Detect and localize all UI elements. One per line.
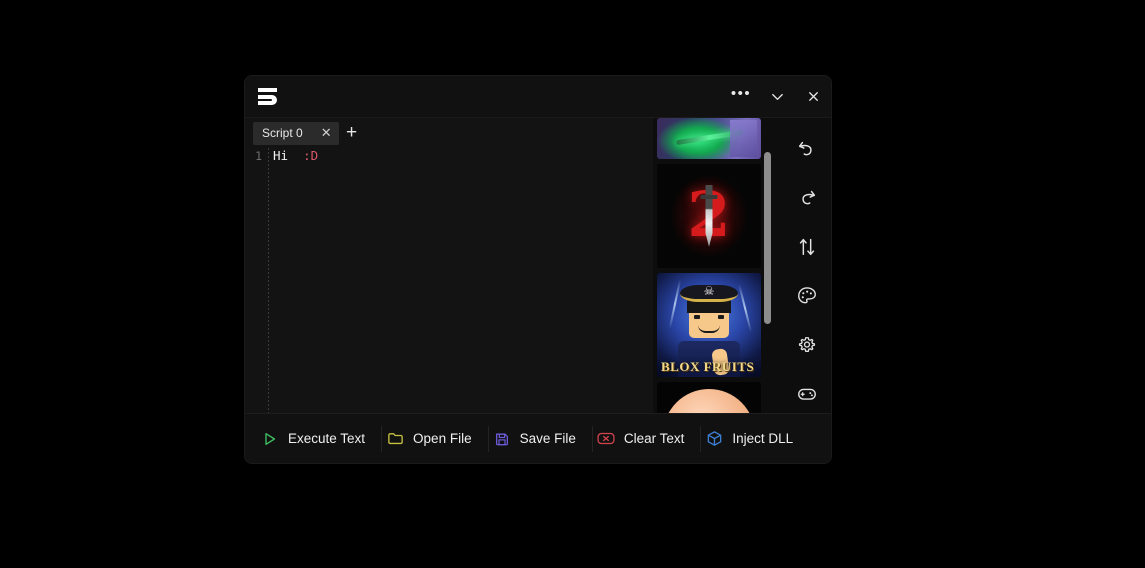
chevron-down-icon (771, 93, 783, 100)
code-editor[interactable]: 1 Hi :D (245, 148, 653, 413)
indent-guide (268, 148, 269, 413)
cube-icon (705, 430, 723, 448)
thumb-artwork (657, 382, 761, 413)
games-scroll-viewport[interactable]: 2 (657, 118, 765, 413)
floppy-icon (493, 430, 511, 448)
minimize-button[interactable] (759, 76, 795, 118)
gear-icon (798, 337, 816, 352)
editor-tab-script-0[interactable]: Script 0 ✕ (253, 121, 339, 145)
settings-button[interactable] (792, 330, 822, 360)
editor-tab-label: Script 0 (262, 126, 303, 140)
icon-rail (783, 118, 831, 413)
editor-tab-close-icon[interactable]: ✕ (321, 126, 332, 139)
thumb-artwork: 2 (657, 164, 761, 268)
close-button[interactable] (795, 76, 831, 118)
execute-text-button[interactable]: Execute Text (257, 424, 381, 454)
title-bar[interactable]: ••• (245, 76, 831, 118)
window-body: Script 0 ✕ + 1 Hi :D ☠ BLOX FRUITS (245, 118, 831, 463)
peach-circle (663, 388, 755, 413)
open-file-button[interactable]: Open File (382, 424, 488, 454)
redo-icon (802, 190, 816, 205)
clear-text-label: Clear Text (623, 431, 685, 446)
action-bar: Execute Text Open File Save File Clear T… (245, 413, 831, 463)
games-scrollbar[interactable] (764, 118, 771, 413)
undo-button[interactable] (792, 134, 822, 164)
thumb-wordmark: BLOX FRUITS (661, 359, 755, 374)
character-eye (694, 314, 701, 319)
brand-logo-icon (253, 83, 283, 111)
palette-icon (798, 287, 816, 304)
lightning-bolt-icon (668, 279, 681, 329)
close-icon (808, 92, 818, 101)
tab-strip: Script 0 ✕ + (245, 118, 653, 148)
folder-icon (386, 430, 404, 448)
gamepad-icon (798, 388, 816, 400)
games-panel: 2 (653, 118, 783, 413)
inject-dll-label: Inject DLL (732, 431, 794, 446)
code-token-operator: :D (295, 148, 319, 163)
game-thumb-red-two-dagger[interactable]: 2 (657, 164, 761, 268)
game-thumb-blox-fruits[interactable]: BLOX FRUITS (657, 273, 761, 377)
execute-text-label: Execute Text (288, 431, 366, 446)
transfer-arrows-icon (799, 238, 815, 256)
code-token-text: Hi (273, 148, 296, 163)
undo-icon (798, 141, 812, 156)
save-file-button[interactable]: Save File (489, 424, 592, 454)
game-thumb-peach-circle[interactable] (657, 382, 761, 413)
inject-dll-button[interactable]: Inject DLL (701, 424, 809, 454)
game-thumb-green-weapon[interactable] (657, 118, 761, 159)
code-line-content: Hi :D (265, 148, 318, 163)
theme-button[interactable] (792, 281, 822, 311)
lightning-bolt-icon (738, 283, 753, 333)
executor-window: ••• Script 0 ✕ + 1 Hi:D ☠ BLOX FRUITS E… (245, 76, 831, 463)
editor-pane: Script 0 ✕ + 1 Hi :D (245, 118, 653, 413)
line-number: 1 (255, 149, 262, 163)
pirate-hat-icon (680, 285, 738, 303)
thumb-artwork: BLOX FRUITS (657, 273, 761, 377)
window-controls: ••• (723, 76, 831, 117)
clear-x-icon (597, 430, 615, 448)
character-eye (717, 314, 724, 319)
games-button[interactable] (792, 379, 822, 409)
thumb-artwork (657, 118, 761, 159)
transfer-button[interactable] (792, 232, 822, 262)
code-line: 1 Hi :D (245, 148, 653, 165)
play-icon (261, 430, 279, 448)
more-options-button[interactable]: ••• (723, 76, 759, 118)
save-file-label: Save File (519, 431, 576, 446)
games-scrollbar-thumb[interactable] (764, 152, 771, 324)
more-options-icon: ••• (730, 84, 752, 102)
open-file-label: Open File (413, 431, 472, 446)
new-tab-button[interactable]: + (342, 123, 361, 142)
dagger-guard-icon (700, 195, 718, 200)
redo-button[interactable] (792, 183, 822, 213)
clear-text-button[interactable]: Clear Text (593, 424, 701, 454)
